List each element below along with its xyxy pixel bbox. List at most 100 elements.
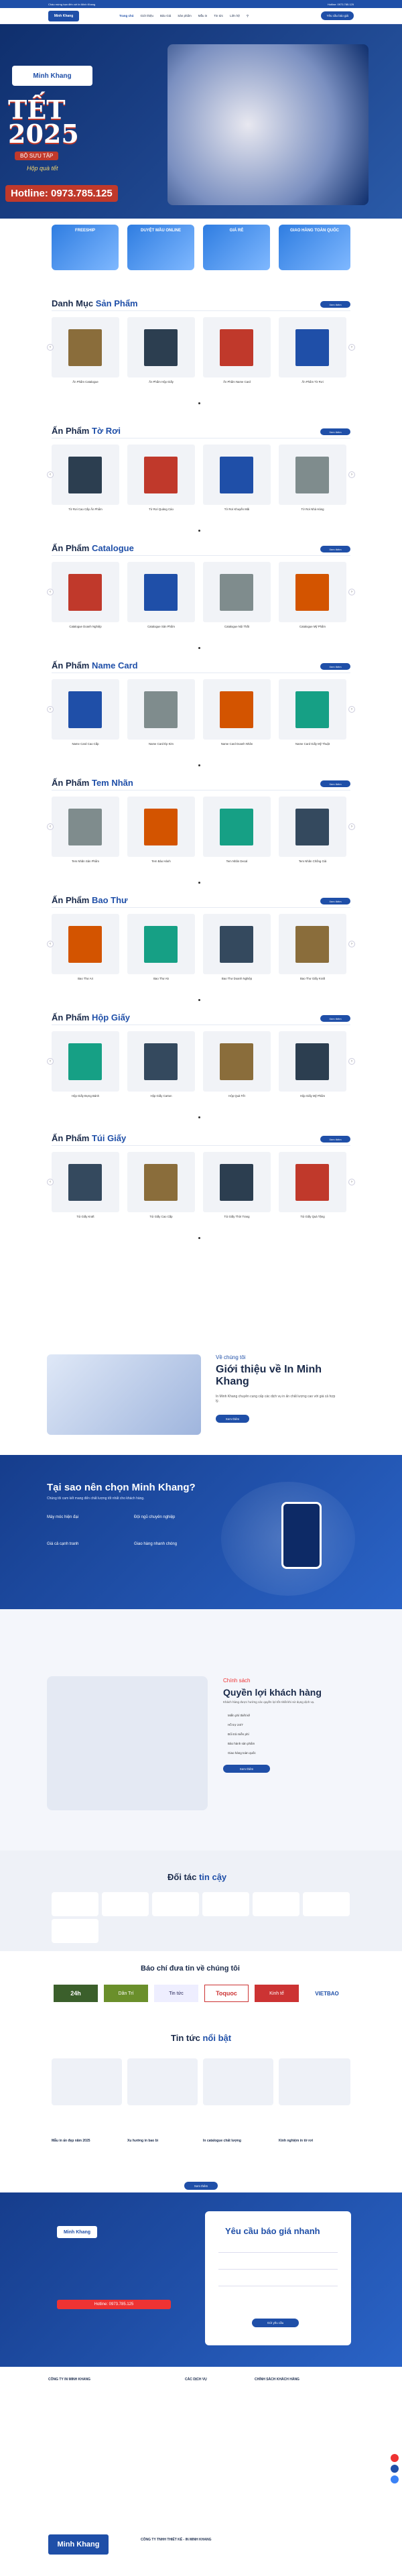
see-all-button[interactable]: Xem thêm <box>320 898 350 904</box>
product-image[interactable] <box>52 562 119 622</box>
product-image[interactable] <box>203 445 271 505</box>
product-image[interactable] <box>127 562 195 622</box>
see-all-button[interactable]: Xem thêm <box>320 1136 350 1143</box>
promo-online[interactable]: DUYỆT MẪU ONLINE <box>127 225 194 270</box>
product-title[interactable]: Tờ Rơi Khuyến Mãi <box>203 508 271 512</box>
product-image[interactable] <box>279 1152 346 1212</box>
product-title[interactable]: Túi Giấy Thời Trang <box>203 1215 271 1219</box>
product-title[interactable]: Name Card Doanh Nhân <box>203 742 271 746</box>
product-title[interactable]: Ấn Phẩm Catalogue <box>52 380 119 384</box>
carousel-next-icon[interactable]: › <box>348 1179 355 1185</box>
product-image[interactable] <box>127 1152 195 1212</box>
product-card[interactable]: Hộp Quà Tết <box>203 1031 271 1098</box>
news-image[interactable] <box>127 2058 198 2105</box>
product-title[interactable]: Tem Nhãn Chống Giả <box>279 860 346 864</box>
carousel-prev-icon[interactable]: ‹ <box>47 941 54 947</box>
product-card[interactable]: Tờ Rơi Cao Cấp Ấn Phẩm <box>52 445 119 512</box>
news-item-title[interactable]: In catalogue chất lượng <box>203 2139 270 2143</box>
product-card[interactable]: Name Card Cao Cấp <box>52 679 119 746</box>
form-name-field[interactable] <box>218 2245 338 2253</box>
product-image[interactable] <box>279 445 346 505</box>
product-card[interactable]: Ấn Phẩm Name Card <box>203 317 271 384</box>
product-card[interactable]: Túi Giấy Cao Cấp <box>127 1152 195 1219</box>
product-image[interactable] <box>279 1031 346 1092</box>
product-image[interactable] <box>203 1031 271 1092</box>
product-image[interactable] <box>127 797 195 857</box>
topbar-hotline[interactable]: Hotline: 0973.785.125 <box>328 3 354 6</box>
form-phone-field[interactable] <box>218 2262 338 2270</box>
promo-freeship[interactable]: FREESHIP <box>52 225 119 270</box>
carousel-prev-icon[interactable]: ‹ <box>47 344 54 351</box>
product-title[interactable]: Bao Thư A5 <box>127 977 195 981</box>
product-image[interactable] <box>203 562 271 622</box>
carousel-dots[interactable] <box>198 1237 204 1239</box>
nav-item-pricing[interactable]: Bảo Giá <box>160 14 171 18</box>
see-all-button[interactable]: Xem thêm <box>320 301 350 308</box>
news-item-title[interactable]: Kinh nghiệm in tờ rơi <box>279 2139 346 2143</box>
carousel-next-icon[interactable]: › <box>348 589 355 595</box>
product-card[interactable]: Túi Giấy Thời Trang <box>203 1152 271 1219</box>
carousel-next-icon[interactable]: › <box>348 1058 355 1065</box>
news-image[interactable] <box>52 2058 122 2105</box>
product-card[interactable]: Ấn Phẩm Hộp Giấy <box>127 317 195 384</box>
product-title[interactable]: Bao Thư Doanh Nghiệp <box>203 977 271 981</box>
product-title[interactable]: Túi Giấy Cao Cấp <box>127 1215 195 1219</box>
carousel-dots[interactable] <box>198 402 204 404</box>
product-card[interactable]: Catalogue Sản Phẩm <box>127 562 195 629</box>
nav-item-about[interactable]: Giới thiệu <box>141 14 153 18</box>
carousel-next-icon[interactable]: › <box>348 344 355 351</box>
carousel-dots[interactable] <box>198 764 204 766</box>
product-title[interactable]: Tem Nhãn Sản Phẩm <box>52 860 119 864</box>
carousel-prev-icon[interactable]: ‹ <box>47 1179 54 1185</box>
product-image[interactable] <box>279 914 346 974</box>
news-button[interactable]: Xem thêm <box>184 2182 218 2190</box>
see-all-button[interactable]: Xem thêm <box>320 663 350 670</box>
product-title[interactable]: Hộp Giấy Mỹ Phẩm <box>279 1094 346 1098</box>
see-all-button[interactable]: Xem thêm <box>320 428 350 435</box>
carousel-prev-icon[interactable]: ‹ <box>47 823 54 830</box>
product-title[interactable]: Catalogue Sản Phẩm <box>127 625 195 629</box>
form-email-field[interactable] <box>218 2278 338 2286</box>
phone-float-icon[interactable] <box>391 2454 399 2462</box>
product-title[interactable]: Name Card Ép Kim <box>127 742 195 746</box>
product-title[interactable]: Tem Bảo Hành <box>127 860 195 864</box>
product-image[interactable] <box>203 679 271 740</box>
product-card[interactable]: Tem Bảo Hành <box>127 797 195 864</box>
messenger-float-icon[interactable] <box>391 2475 399 2483</box>
product-card[interactable]: Tem Nhãn Sản Phẩm <box>52 797 119 864</box>
about-button[interactable]: Xem thêm <box>216 1415 249 1423</box>
see-all-button[interactable]: Xem thêm <box>320 546 350 552</box>
product-card[interactable]: Name Card Giấy Mỹ Thuật <box>279 679 346 746</box>
product-title[interactable]: Ấn Phẩm Hộp Giấy <box>127 380 195 384</box>
carousel-dots[interactable] <box>198 1116 204 1118</box>
product-title[interactable]: Hộp Giấy Đựng Bánh <box>52 1094 119 1098</box>
nav-item-samples[interactable]: Mẫu in <box>198 14 208 18</box>
product-card[interactable]: Ấn Phẩm Catalogue <box>52 317 119 384</box>
product-card[interactable]: Tờ Rơi Nhà Hàng <box>279 445 346 512</box>
carousel-prev-icon[interactable]: ‹ <box>47 706 54 713</box>
product-card[interactable]: Name Card Doanh Nhân <box>203 679 271 746</box>
site-logo[interactable]: Minh Khang <box>48 10 79 21</box>
see-all-button[interactable]: Xem thêm <box>320 1015 350 1022</box>
product-title[interactable]: Catalogue Mỹ Phẩm <box>279 625 346 629</box>
product-image[interactable] <box>52 1031 119 1092</box>
promo-nationwide[interactable]: GIAO HÀNG TOÀN QUỐC <box>279 225 350 270</box>
product-card[interactable]: Tem Nhãn Chống Giả <box>279 797 346 864</box>
carousel-prev-icon[interactable]: ‹ <box>47 589 54 595</box>
search-icon[interactable]: ⚲ <box>247 14 249 18</box>
news-item-title[interactable]: Xu hướng in bao bì <box>127 2139 194 2143</box>
form-submit-button[interactable]: Gửi yêu cầu <box>252 2319 299 2327</box>
product-image[interactable] <box>203 914 271 974</box>
hero-hotline[interactable]: Hotline: 0973.785.125 <box>5 185 118 202</box>
product-title[interactable]: Catalogue Nội Thất <box>203 625 271 629</box>
carousel-next-icon[interactable]: › <box>348 941 355 947</box>
product-card[interactable]: Ấn Phẩm Tờ Rơi <box>279 317 346 384</box>
product-card[interactable]: Catalogue Mỹ Phẩm <box>279 562 346 629</box>
product-card[interactable]: Túi Giấy Quà Tặng <box>279 1152 346 1219</box>
product-image[interactable] <box>127 1031 195 1092</box>
product-title[interactable]: Bao Thư A4 <box>52 977 119 981</box>
contact-hotline[interactable]: Hotline: 0973.785.125 <box>57 2300 171 2309</box>
carousel-dots[interactable] <box>198 882 204 884</box>
product-title[interactable]: Tờ Rơi Nhà Hàng <box>279 508 346 512</box>
carousel-prev-icon[interactable]: ‹ <box>47 471 54 478</box>
